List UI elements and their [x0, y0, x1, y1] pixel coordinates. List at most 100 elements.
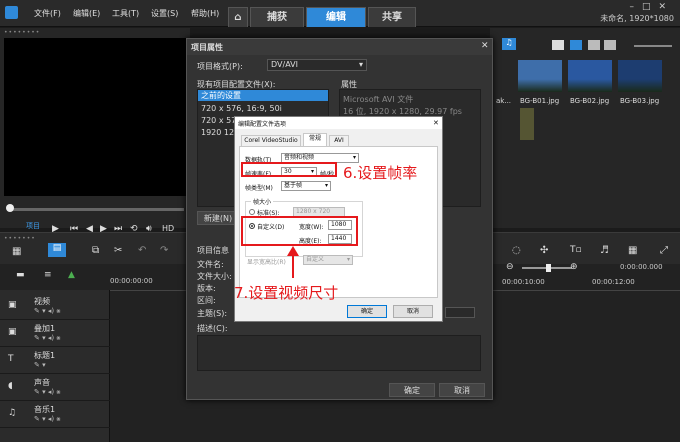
library-thumbnail[interactable]: [520, 108, 534, 140]
track-label: 视频: [34, 297, 50, 306]
standard-radio[interactable]: [249, 209, 255, 215]
thumbnail-label: BG-B03.jpg: [620, 97, 660, 105]
motion-icon[interactable]: ◌: [512, 245, 521, 256]
cancel-button[interactable]: 取消: [393, 305, 433, 318]
description-input[interactable]: [197, 335, 481, 371]
zoom-out-icon[interactable]: ⊖: [506, 262, 514, 272]
zoom-in-icon[interactable]: ⊕: [570, 262, 578, 272]
menu-settings[interactable]: 设置(S): [151, 8, 178, 19]
overlay-track-icon: ▣: [8, 327, 17, 337]
expand-icon[interactable]: ⤢: [660, 245, 668, 256]
library-thumbnail[interactable]: [518, 60, 562, 92]
close-icon[interactable]: ✕: [433, 119, 439, 127]
list-item[interactable]: 之前的设置: [198, 90, 328, 101]
scrub-bar[interactable]: [8, 208, 184, 211]
home-icon: ⌂: [234, 12, 242, 23]
track-controls-icon[interactable]: ✎ ▾ ◂) ⨳: [34, 388, 61, 397]
window-controls[interactable]: –□✕: [629, 2, 674, 12]
new-button[interactable]: 新建(N): [197, 211, 239, 225]
menu-help[interactable]: 帮助(H): [191, 8, 219, 19]
storyboard-view-icon[interactable]: ▦: [12, 246, 21, 257]
aspect-value: 自定义: [306, 256, 325, 263]
list-view-icon[interactable]: [552, 40, 564, 50]
timecode-display[interactable]: 0:00:00.000: [620, 263, 663, 271]
theme-input[interactable]: [445, 307, 475, 318]
timeline-ruler-label: 00:00:12:00: [592, 278, 635, 286]
grid-icon[interactable]: ▦: [628, 245, 637, 256]
menu-file[interactable]: 文件(F): [34, 8, 61, 19]
thumbnail-size-slider[interactable]: [634, 45, 672, 47]
music-icon[interactable]: ♫: [502, 38, 516, 50]
tab-edit[interactable]: 编辑: [306, 7, 366, 27]
chevron-down-icon: ▾: [346, 256, 350, 263]
grid-view-icon[interactable]: [588, 40, 600, 50]
title-icon[interactable]: T▫: [570, 245, 582, 255]
timeline-view-icon[interactable]: ▤: [48, 243, 66, 257]
aspect-select[interactable]: 自定义 ▾: [303, 255, 353, 265]
tab-share[interactable]: 共享: [368, 7, 416, 27]
scrub-handle[interactable]: [6, 204, 14, 212]
ok-button[interactable]: 确定: [347, 305, 387, 318]
tab-capture[interactable]: 捕获: [250, 7, 304, 27]
tab-corel-videostudio[interactable]: Corel VideoStudio: [241, 135, 301, 146]
tab-general[interactable]: 常规: [303, 133, 327, 146]
format-select[interactable]: DV/AVI ▾: [267, 59, 367, 71]
chevron-down-icon: ▾: [358, 60, 363, 69]
panel-grip-icon: •••••••: [4, 235, 36, 242]
menu-tools[interactable]: 工具(T): [112, 8, 139, 19]
preview-window: [4, 38, 186, 196]
thumbnail-label: ak...: [496, 97, 512, 105]
dialog-title: 编辑配置文件选项: [238, 121, 287, 128]
frame-rate-highlight: [241, 162, 337, 177]
track-label: 音乐1: [34, 405, 56, 414]
tab-avi[interactable]: AVI: [329, 135, 349, 146]
ripple-icon[interactable]: ▲: [68, 270, 75, 280]
track-controls-icon[interactable]: ✎ ▾: [34, 361, 46, 369]
frame-type-select[interactable]: 基于帧 ▾: [281, 181, 331, 191]
menu-edit[interactable]: 编辑(E): [73, 8, 100, 19]
project-mode[interactable]: 项目: [26, 221, 40, 231]
data-track-value: 音频和视频: [284, 154, 315, 161]
list-item[interactable]: 720 x 576, 16:9, 50i: [201, 104, 282, 113]
redo-arrow-icon[interactable]: ↷: [160, 245, 168, 256]
track-label: 叠加1: [34, 324, 56, 333]
zoom-slider-handle[interactable]: [546, 264, 551, 272]
ok-button[interactable]: 确定: [389, 383, 435, 397]
track-controls-icon[interactable]: ✎ ▾ ◂) ⨳: [34, 307, 61, 316]
track-label: 声音: [34, 378, 50, 387]
annotation-step7: 7.设置视频尺寸: [234, 284, 339, 302]
title-track-icon: T: [8, 354, 14, 364]
menu-bar: 文件(F) 编辑(E) 工具(T) 设置(S) 帮助(H) ⌂ 捕获 编辑 共享…: [0, 0, 680, 27]
scissors-icon[interactable]: ✂: [114, 245, 122, 256]
thumbnail-label: BG-B02.jpg: [570, 97, 610, 105]
audio-icon[interactable]: ♬: [600, 245, 609, 256]
thumb-view-icon[interactable]: [570, 40, 582, 50]
home-tab[interactable]: ⌂: [228, 7, 248, 27]
track-headers: ▣ 视频 ✎ ▾ ◂) ⨳ ▣ 叠加1 ✎ ▾ ◂) ⨳ T 标题1 ✎ ▾ ◖…: [0, 290, 110, 442]
library-thumbnail[interactable]: [568, 60, 612, 92]
info-field: 主题(S):: [197, 309, 228, 318]
description-label: 描述(C):: [197, 324, 228, 333]
close-icon[interactable]: ✕: [658, 2, 674, 12]
chapter-icon[interactable]: ≡: [44, 270, 52, 280]
maximize-icon[interactable]: □: [642, 2, 659, 12]
track-controls-icon[interactable]: ✎ ▾ ◂) ⨳: [34, 415, 61, 424]
player-panel: •••••••• 项目 素材 ▶ ⏮ ◀ ▶ ⏭ ⟲ 🔊︎ HD: [0, 28, 190, 240]
undo-icon[interactable]: ⧉: [92, 245, 99, 256]
library-thumbnail[interactable]: [618, 60, 662, 92]
cancel-button[interactable]: 取消: [439, 383, 485, 397]
track-manager-icon[interactable]: ▬: [16, 270, 25, 280]
info-field: 区间:: [197, 296, 216, 305]
undo-arrow-icon[interactable]: ↶: [138, 245, 146, 256]
annotation-arrow-head: [287, 246, 299, 256]
mask-icon[interactable]: ✣: [540, 245, 548, 256]
track-row: ♫ 音乐1 ✎ ▾ ◂) ⨳: [0, 402, 110, 428]
standard-value: 1280 x 720: [296, 208, 331, 215]
frame-size-highlight: [241, 216, 358, 246]
timeline-ruler-label: 00:00:10:00: [502, 278, 545, 286]
voice-track-icon: ◖: [8, 381, 13, 391]
track-controls-icon[interactable]: ✎ ▾ ◂) ⨳: [34, 334, 61, 343]
close-icon[interactable]: ✕: [481, 41, 489, 51]
sort-icon[interactable]: [604, 40, 616, 50]
minimize-icon[interactable]: –: [629, 2, 642, 12]
